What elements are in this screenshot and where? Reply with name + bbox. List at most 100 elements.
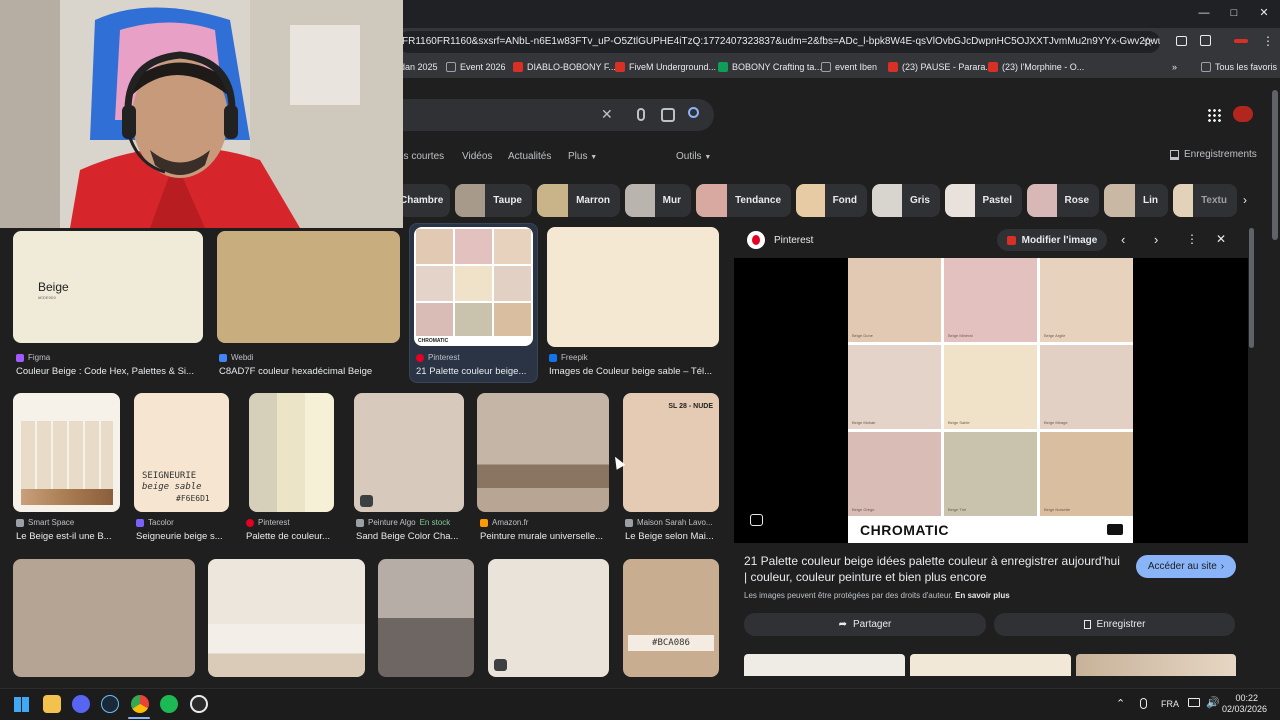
result-title[interactable]: Palette de couleur... [246, 531, 336, 542]
bookmark-item[interactable]: FiveM Underground... [615, 60, 716, 74]
chip-rose[interactable]: Rose [1027, 184, 1099, 217]
bookmark-item[interactable]: BOBONY Crafting ta... [718, 60, 822, 74]
close-window-icon[interactable]: ✕ [1257, 6, 1271, 20]
saved-link[interactable]: Enregistrements [1184, 149, 1257, 160]
clear-search-icon[interactable]: ✕ [601, 106, 613, 123]
network-icon[interactable] [1188, 698, 1200, 707]
extension-red-icon[interactable] [1234, 39, 1248, 43]
palette-swatch [416, 229, 453, 264]
tab-plus[interactable]: Plus ▼ [568, 151, 597, 162]
chips-next-icon[interactable]: › [1243, 193, 1247, 207]
result-title[interactable]: 21 Palette couleur beige... [416, 366, 534, 377]
bookmark-item[interactable]: (23) l'Morphine - O... [988, 60, 1084, 74]
chip-pastel[interactable]: Pastel [945, 184, 1022, 217]
close-preview-icon[interactable]: ✕ [1216, 232, 1226, 246]
palette-swatch [494, 303, 531, 336]
tab-actualites[interactable]: Actualités [508, 151, 551, 162]
all-favorites[interactable]: Tous les favoris [1201, 60, 1277, 74]
apps-grid-icon[interactable] [1207, 108, 1221, 122]
webdi-icon [219, 353, 227, 362]
chip-taupe[interactable]: Taupe [455, 184, 532, 217]
chip-fond[interactable]: Fond [796, 184, 867, 217]
tab-videos[interactable]: Vidéos [462, 151, 492, 162]
share-button[interactable]: ➦ Partager [744, 613, 986, 636]
url-field[interactable]: FR1160FR1160&sxsrf=ANbL-n6E1w83FTv_uP-O5… [398, 31, 1160, 53]
chip-texture[interactable]: Textu [1173, 184, 1237, 217]
maximize-icon[interactable]: □ [1227, 6, 1241, 20]
preview-title[interactable]: 21 Palette couleur beige idées palette c… [744, 553, 1124, 585]
lens-icon[interactable] [661, 108, 675, 122]
related-image[interactable] [910, 654, 1071, 676]
chip-marron[interactable]: Marron [537, 184, 620, 217]
bookmark-item[interactable]: (23) PAUSE - Parara... [888, 60, 993, 74]
steam-icon[interactable] [101, 695, 119, 713]
result-title[interactable]: Images de Couleur beige sable – Tél... [549, 366, 719, 377]
webcam-overlay [0, 0, 403, 228]
chevron-right-icon: › [1220, 561, 1225, 572]
file-explorer-icon[interactable] [43, 695, 61, 713]
app-icon[interactable] [190, 695, 208, 713]
tray-expand-icon[interactable]: ⌃ [1116, 697, 1125, 710]
result-title[interactable]: Couleur Beige : Code Hex, Palettes & Si.… [16, 366, 206, 377]
result-title[interactable]: C8AD7F couleur hexadécimal Beige [219, 366, 402, 377]
account-avatar[interactable] [1233, 106, 1253, 122]
learn-more-link[interactable]: En savoir plus [955, 591, 1010, 600]
result-source: Freepik [561, 353, 588, 362]
chip-chambre[interactable]: Chambre [398, 184, 450, 217]
visit-site-button[interactable]: Accéder au site › [1136, 555, 1236, 578]
mic-tray-icon[interactable] [1140, 698, 1147, 709]
chip-thumbnail [455, 184, 486, 217]
bookmark-item[interactable]: event Iben [821, 60, 877, 74]
bookmark-star-icon[interactable]: ☆ [1142, 34, 1154, 50]
more-bookmarks-icon[interactable]: » [1172, 60, 1177, 74]
chip-mur[interactable]: Mur [625, 184, 691, 217]
extensions-icon[interactable] [1200, 35, 1211, 46]
edit-image-button[interactable]: Modifier l'image [997, 229, 1107, 251]
result-title[interactable]: Peinture murale universelle... [480, 531, 608, 542]
windows-start-icon[interactable] [14, 697, 29, 712]
minimize-icon[interactable]: — [1197, 6, 1211, 20]
clock[interactable]: 00:22 02/03/2026 [1222, 693, 1267, 715]
previous-image-icon[interactable]: ‹ [1121, 232, 1125, 247]
lens-search-icon[interactable] [750, 514, 763, 526]
preview-source[interactable]: Pinterest [774, 235, 813, 246]
chip-thumbnail [1104, 184, 1135, 217]
chrome-icon[interactable] [131, 695, 149, 713]
bookmark-item[interactable]: dan 2025 [400, 60, 438, 74]
chip-tendance[interactable]: Tendance [696, 184, 791, 217]
related-image[interactable] [744, 654, 905, 676]
page-scrollbar[interactable] [1272, 90, 1278, 240]
preview-scrollbar[interactable] [1249, 228, 1254, 348]
more-options-icon[interactable]: ⋮ [1186, 232, 1198, 246]
product-tag-icon [360, 495, 373, 507]
language-indicator[interactable]: FRA [1161, 699, 1179, 709]
brand-logo: CHROMATIC [860, 522, 950, 538]
result-title[interactable]: Seigneurie beige s... [136, 531, 228, 542]
discord-icon[interactable] [72, 695, 90, 713]
result-title[interactable]: Sand Beige Color Cha... [356, 531, 464, 542]
tab-search-icon[interactable] [1176, 36, 1187, 46]
chip-gris[interactable]: Gris [872, 184, 940, 217]
bookmark-item[interactable]: DIABLO-BOBONY F... [513, 60, 616, 74]
site-icon [625, 518, 633, 527]
saved-bookmark-icon[interactable] [1170, 150, 1179, 160]
result-image [547, 227, 719, 347]
search-icon[interactable] [688, 107, 699, 118]
chip-lin[interactable]: Lin [1104, 184, 1168, 217]
menu-kebab-icon[interactable]: ⋮ [1262, 34, 1274, 48]
microphone-icon[interactable] [637, 108, 645, 121]
tools-menu[interactable]: Outils ▼ [676, 151, 711, 162]
save-button[interactable]: Enregistrer [994, 613, 1235, 636]
tab-videos-courtes[interactable]: os courtes [398, 151, 444, 162]
bookmark-item[interactable]: Event 2026 [446, 60, 506, 74]
spotify-icon[interactable] [160, 695, 178, 713]
result-title[interactable]: Le Beige est-il une B... [16, 531, 120, 542]
related-image[interactable] [1076, 654, 1236, 676]
preview-image[interactable]: Beige Dune Beige Minéral Beige Argile Be… [848, 258, 1133, 543]
next-image-icon[interactable]: › [1154, 232, 1158, 247]
palette-swatch: Beige Mohair [848, 345, 941, 429]
result-image [477, 393, 609, 512]
result-title[interactable]: Le Beige selon Mai... [625, 531, 719, 542]
volume-icon[interactable]: 🔊 [1206, 696, 1220, 709]
youtube-icon [988, 62, 998, 72]
